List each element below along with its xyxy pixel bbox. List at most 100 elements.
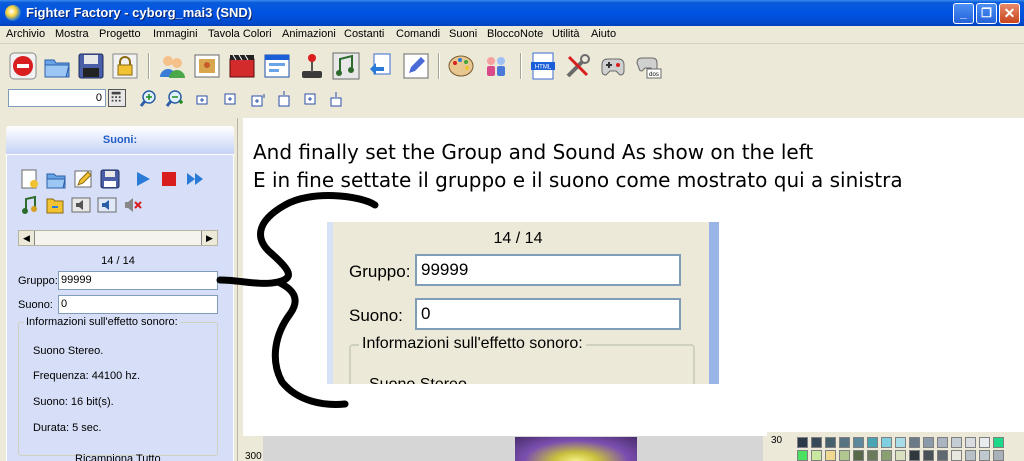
menu-tavola-colori[interactable]: Tavola Colori xyxy=(208,28,272,40)
palette-swatch[interactable] xyxy=(811,450,822,461)
save-icon[interactable] xyxy=(76,51,106,81)
palette-swatch[interactable] xyxy=(923,437,934,448)
palette-swatch[interactable] xyxy=(909,437,920,448)
image-icon[interactable] xyxy=(192,51,222,81)
palette-swatch[interactable] xyxy=(965,450,976,461)
palette-swatch[interactable] xyxy=(993,437,1004,448)
fast-forward-icon[interactable] xyxy=(184,168,206,190)
zoom-out-icon[interactable] xyxy=(165,90,183,108)
sound-scrollbar[interactable]: ◀ ▶ xyxy=(18,230,218,246)
dos-icon[interactable]: dos xyxy=(633,51,663,81)
palette-swatch[interactable] xyxy=(853,437,864,448)
frame-number-input[interactable]: 0 xyxy=(8,89,106,107)
palette-swatch[interactable] xyxy=(853,450,864,461)
menu-costanti[interactable]: Costanti xyxy=(344,28,384,40)
close-button[interactable]: ✕ xyxy=(999,3,1020,24)
toolbar-separator xyxy=(148,53,150,79)
play-icon[interactable] xyxy=(132,168,154,190)
application-window: Fighter Factory - cyborg_mai3 (SND) _ ❐ … xyxy=(0,0,1024,461)
characters-icon[interactable] xyxy=(481,51,511,81)
gamepad-icon[interactable] xyxy=(598,51,628,81)
open-sound-icon[interactable] xyxy=(45,168,67,190)
palette-icon[interactable] xyxy=(446,51,476,81)
app-icon[interactable] xyxy=(5,5,21,21)
palette-swatch[interactable] xyxy=(951,437,962,448)
users-icon[interactable] xyxy=(157,51,187,81)
window-icon[interactable] xyxy=(262,51,292,81)
import-sound-icon[interactable] xyxy=(44,194,66,216)
palette-swatch[interactable] xyxy=(965,437,976,448)
ruler-tick: 300 xyxy=(245,451,262,461)
open-icon[interactable] xyxy=(42,51,72,81)
palette-swatch[interactable] xyxy=(839,450,850,461)
palette-swatch[interactable] xyxy=(937,450,948,461)
resample-all-label[interactable]: Ricampiona Tutto xyxy=(75,453,161,461)
palette-swatch[interactable] xyxy=(797,437,808,448)
panel-title[interactable]: Suoni: xyxy=(6,126,234,154)
minimize-button[interactable]: _ xyxy=(953,3,974,24)
palette-swatch[interactable] xyxy=(895,437,906,448)
scroll-left-arrow[interactable]: ◀ xyxy=(19,231,35,245)
align-icon[interactable] xyxy=(301,90,319,108)
menu-animazioni[interactable]: Animazioni xyxy=(282,28,336,40)
maximize-button[interactable]: ❐ xyxy=(976,3,997,24)
stop-icon[interactable] xyxy=(8,51,38,81)
group-input[interactable]: 99999 xyxy=(58,271,218,290)
menu-mostra[interactable]: Mostra xyxy=(55,28,89,40)
menu-immagini[interactable]: Immagini xyxy=(153,28,198,40)
palette-swatch[interactable] xyxy=(825,437,836,448)
stop-sound-icon[interactable] xyxy=(158,168,180,190)
new-sound-icon[interactable] xyxy=(18,168,40,190)
tools-icon[interactable] xyxy=(563,51,593,81)
palette-swatch[interactable] xyxy=(867,437,878,448)
palette-swatch[interactable] xyxy=(797,450,808,461)
html-icon[interactable]: HTML xyxy=(528,51,558,81)
menu-comandi[interactable]: Comandi xyxy=(396,28,440,40)
speaker-icon[interactable] xyxy=(96,194,118,216)
palette-swatch[interactable] xyxy=(895,450,906,461)
calculator-icon[interactable] xyxy=(108,89,126,107)
edit-icon[interactable] xyxy=(401,51,431,81)
menu-archivio[interactable]: Archivio xyxy=(6,28,45,40)
toolbar-separator xyxy=(438,53,440,79)
zoom-in-icon[interactable] xyxy=(139,90,157,108)
menu-aiuto[interactable]: Aiuto xyxy=(591,28,616,40)
sound-input[interactable]: 0 xyxy=(58,295,218,314)
align-icon[interactable] xyxy=(249,90,267,108)
save-sound-icon[interactable] xyxy=(99,168,121,190)
align-icon[interactable] xyxy=(275,90,293,108)
palette-swatch[interactable] xyxy=(825,450,836,461)
menu-blocconote[interactable]: BloccoNote xyxy=(487,28,543,40)
title-bar[interactable]: Fighter Factory - cyborg_mai3 (SND) _ ❐ … xyxy=(0,0,1024,26)
film-icon[interactable] xyxy=(227,51,257,81)
palette-swatch[interactable] xyxy=(881,437,892,448)
palette-swatch[interactable] xyxy=(909,450,920,461)
mute-icon[interactable] xyxy=(122,194,144,216)
import-icon[interactable] xyxy=(366,51,396,81)
palette-swatch[interactable] xyxy=(937,437,948,448)
lock-icon[interactable] xyxy=(110,51,140,81)
joystick-icon[interactable] xyxy=(297,51,327,81)
align-icon[interactable] xyxy=(193,90,211,108)
palette-swatch[interactable] xyxy=(867,450,878,461)
window-title: Fighter Factory - cyborg_mai3 (SND) xyxy=(26,5,253,20)
menu-suoni[interactable]: Suoni xyxy=(449,28,477,40)
color-palette[interactable]: 30 xyxy=(767,432,1024,461)
volume-icon[interactable] xyxy=(70,194,92,216)
menu-progetto[interactable]: Progetto xyxy=(99,28,141,40)
palette-swatch[interactable] xyxy=(979,437,990,448)
palette-swatch[interactable] xyxy=(993,450,1004,461)
sound-icon[interactable] xyxy=(331,51,361,81)
music-note-icon[interactable] xyxy=(18,194,40,216)
palette-swatch[interactable] xyxy=(923,450,934,461)
palette-swatch[interactable] xyxy=(951,450,962,461)
palette-swatch[interactable] xyxy=(839,437,850,448)
palette-swatch[interactable] xyxy=(811,437,822,448)
menu-utilita[interactable]: Utilità xyxy=(552,28,580,40)
align-icon[interactable] xyxy=(221,90,239,108)
palette-swatch[interactable] xyxy=(979,450,990,461)
align-icon[interactable] xyxy=(327,90,345,108)
edit-sound-icon[interactable] xyxy=(72,168,94,190)
zoom-sound-input: 0 xyxy=(415,298,681,330)
palette-swatch[interactable] xyxy=(881,450,892,461)
